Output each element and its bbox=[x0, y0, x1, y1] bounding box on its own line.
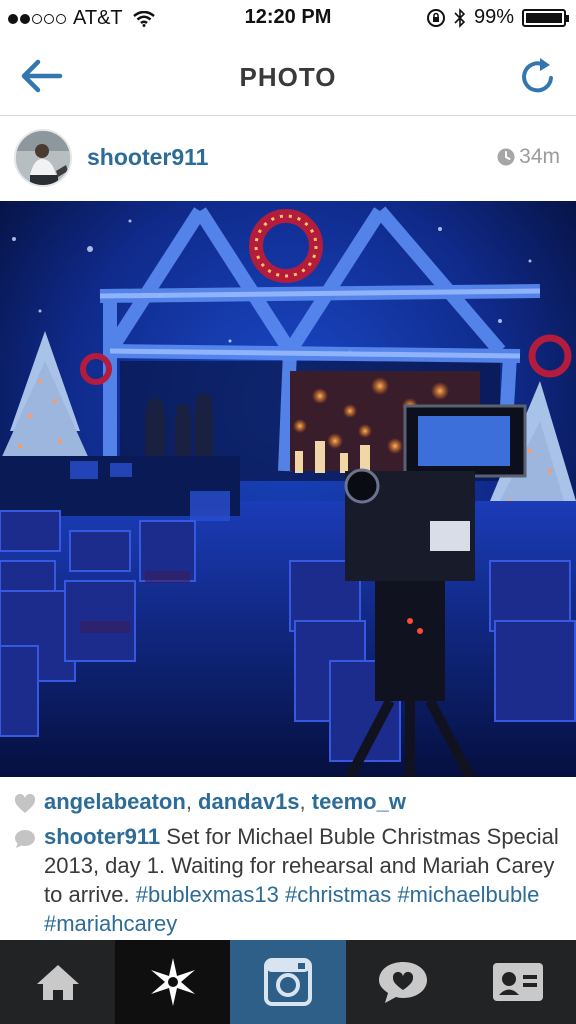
rotation-lock-icon bbox=[426, 8, 445, 27]
tab-home[interactable] bbox=[0, 940, 115, 1024]
post-photo[interactable] bbox=[0, 201, 576, 777]
status-bar: AT&T 12:20 PM 99% bbox=[0, 0, 576, 38]
likes-list: angelabeaton, dandav1s, teemo_w bbox=[44, 789, 406, 814]
battery-icon bbox=[522, 8, 569, 27]
liker-link[interactable]: angelabeaton bbox=[44, 789, 186, 814]
caption-row: shooter911 Set for Michael Buble Christm… bbox=[14, 822, 566, 938]
tab-bar bbox=[0, 940, 576, 1024]
bluetooth-icon bbox=[454, 7, 466, 28]
clock-icon bbox=[497, 148, 515, 166]
status-right: 99% bbox=[426, 6, 569, 29]
hashtag-link[interactable]: #bublexmas13 bbox=[136, 882, 279, 907]
home-icon bbox=[36, 965, 79, 1000]
tab-profile[interactable] bbox=[461, 940, 576, 1024]
hashtag-link[interactable]: #mariahcarey bbox=[44, 911, 177, 936]
battery-percent: 99% bbox=[473, 6, 514, 28]
avatar[interactable] bbox=[14, 129, 72, 187]
activity-heart-icon bbox=[379, 962, 428, 1003]
caption-text: shooter911 Set for Michael Buble Christm… bbox=[44, 822, 566, 938]
tab-activity[interactable] bbox=[346, 940, 461, 1024]
camera-icon bbox=[263, 958, 312, 1006]
likes-row: angelabeaton, dandav1s, teemo_w bbox=[14, 789, 564, 815]
stage-photo-illustration bbox=[0, 201, 576, 777]
refresh-icon[interactable] bbox=[518, 56, 558, 96]
nav-bar: PHOTO bbox=[0, 38, 576, 116]
tab-explore[interactable] bbox=[115, 940, 231, 1024]
post-username[interactable]: shooter911 bbox=[87, 144, 208, 171]
explore-star-icon bbox=[150, 958, 195, 1006]
timestamp-label: 34m bbox=[519, 145, 560, 168]
comment-icon bbox=[15, 830, 35, 848]
heart-icon bbox=[14, 793, 36, 813]
hashtag-link[interactable]: #christmas bbox=[285, 882, 391, 907]
post-timestamp: 34m bbox=[497, 145, 560, 169]
battery-fill bbox=[526, 12, 562, 23]
caption-username[interactable]: shooter911 bbox=[44, 824, 160, 849]
page-title: PHOTO bbox=[239, 62, 337, 92]
profile-card-icon bbox=[493, 963, 544, 1001]
hashtag-link[interactable]: #michaelbuble bbox=[397, 882, 539, 907]
liker-link[interactable]: dandav1s bbox=[198, 789, 300, 814]
tab-camera[interactable] bbox=[230, 940, 346, 1024]
liker-link[interactable]: teemo_w bbox=[312, 789, 406, 814]
post-header: shooter911 34m bbox=[0, 117, 576, 201]
